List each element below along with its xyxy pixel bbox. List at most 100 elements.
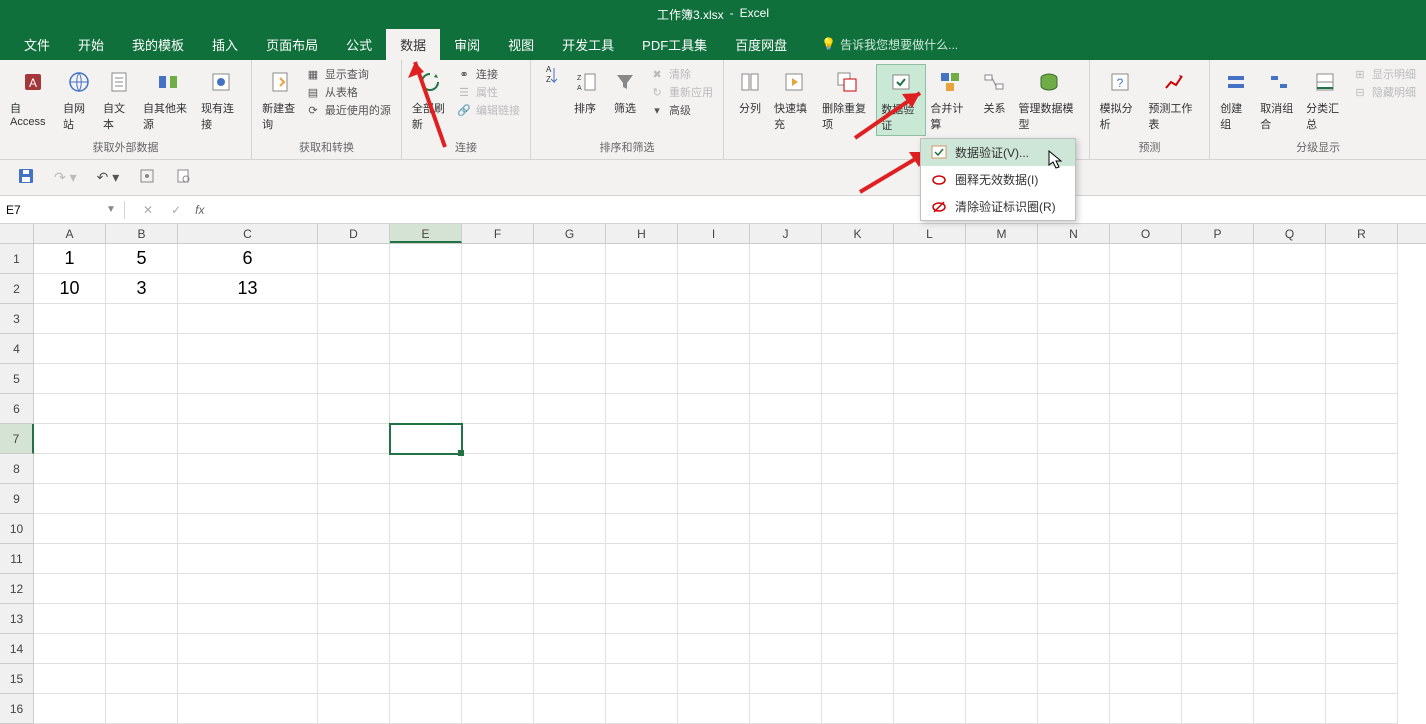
sort-button[interactable]: ZA排序 xyxy=(565,64,605,118)
cell-K1[interactable] xyxy=(822,244,894,274)
cell-G14[interactable] xyxy=(534,634,606,664)
cell-O15[interactable] xyxy=(1110,664,1182,694)
clear-circles-menu-item[interactable]: 清除验证标识圈(R) xyxy=(921,193,1075,220)
cell-E4[interactable] xyxy=(390,334,462,364)
cell-E6[interactable] xyxy=(390,394,462,424)
cell-F1[interactable] xyxy=(462,244,534,274)
col-header-M[interactable]: M xyxy=(966,224,1038,243)
row-header-13[interactable]: 13 xyxy=(0,604,34,634)
from-web-button[interactable]: 自网站 xyxy=(59,64,99,134)
cell-D14[interactable] xyxy=(318,634,390,664)
cell-F14[interactable] xyxy=(462,634,534,664)
cell-A14[interactable] xyxy=(34,634,106,664)
cell-Q1[interactable] xyxy=(1254,244,1326,274)
cell-E10[interactable] xyxy=(390,514,462,544)
cell-E3[interactable] xyxy=(390,304,462,334)
cell-I4[interactable] xyxy=(678,334,750,364)
cell-L10[interactable] xyxy=(894,514,966,544)
col-header-R[interactable]: R xyxy=(1326,224,1398,243)
cell-B8[interactable] xyxy=(106,454,178,484)
cell-A9[interactable] xyxy=(34,484,106,514)
new-query-button[interactable]: 新建查询 xyxy=(258,64,301,134)
cell-C6[interactable] xyxy=(178,394,318,424)
show-queries-button[interactable]: ▦显示查询 xyxy=(305,66,391,82)
cell-H2[interactable] xyxy=(606,274,678,304)
cell-M4[interactable] xyxy=(966,334,1038,364)
existing-connections-button[interactable]: 现有连接 xyxy=(197,64,245,134)
cell-K8[interactable] xyxy=(822,454,894,484)
cell-A11[interactable] xyxy=(34,544,106,574)
cell-N7[interactable] xyxy=(1038,424,1110,454)
cell-O9[interactable] xyxy=(1110,484,1182,514)
cell-D11[interactable] xyxy=(318,544,390,574)
cell-D4[interactable] xyxy=(318,334,390,364)
cell-L11[interactable] xyxy=(894,544,966,574)
cell-O5[interactable] xyxy=(1110,364,1182,394)
cell-M6[interactable] xyxy=(966,394,1038,424)
cell-K2[interactable] xyxy=(822,274,894,304)
cell-E15[interactable] xyxy=(390,664,462,694)
row-header-8[interactable]: 8 xyxy=(0,454,34,484)
cell-E5[interactable] xyxy=(390,364,462,394)
cell-K12[interactable] xyxy=(822,574,894,604)
col-header-P[interactable]: P xyxy=(1182,224,1254,243)
cell-A12[interactable] xyxy=(34,574,106,604)
cell-F12[interactable] xyxy=(462,574,534,604)
cell-H10[interactable] xyxy=(606,514,678,544)
cell-G3[interactable] xyxy=(534,304,606,334)
cell-N14[interactable] xyxy=(1038,634,1110,664)
group-button[interactable]: 创建组 xyxy=(1216,64,1256,134)
cell-E2[interactable] xyxy=(390,274,462,304)
cell-J9[interactable] xyxy=(750,484,822,514)
cell-G16[interactable] xyxy=(534,694,606,724)
cell-M1[interactable] xyxy=(966,244,1038,274)
cell-B1[interactable]: 5 xyxy=(106,244,178,274)
tab-devtools[interactable]: 开发工具 xyxy=(548,29,628,60)
cell-K4[interactable] xyxy=(822,334,894,364)
col-header-O[interactable]: O xyxy=(1110,224,1182,243)
cell-B6[interactable] xyxy=(106,394,178,424)
cell-P9[interactable] xyxy=(1182,484,1254,514)
cell-B13[interactable] xyxy=(106,604,178,634)
cell-O1[interactable] xyxy=(1110,244,1182,274)
cell-B4[interactable] xyxy=(106,334,178,364)
cell-G9[interactable] xyxy=(534,484,606,514)
cell-B5[interactable] xyxy=(106,364,178,394)
cell-B9[interactable] xyxy=(106,484,178,514)
cell-J3[interactable] xyxy=(750,304,822,334)
col-header-I[interactable]: I xyxy=(678,224,750,243)
cell-F16[interactable] xyxy=(462,694,534,724)
cell-G7[interactable] xyxy=(534,424,606,454)
cell-C9[interactable] xyxy=(178,484,318,514)
cell-M10[interactable] xyxy=(966,514,1038,544)
spreadsheet-grid[interactable]: ABCDEFGHIJKLMNOPQR 115621031334567891011… xyxy=(0,224,1426,724)
cell-A5[interactable] xyxy=(34,364,106,394)
cell-L16[interactable] xyxy=(894,694,966,724)
cell-R9[interactable] xyxy=(1326,484,1398,514)
row-header-10[interactable]: 10 xyxy=(0,514,34,544)
cell-R3[interactable] xyxy=(1326,304,1398,334)
cell-O3[interactable] xyxy=(1110,304,1182,334)
enter-formula-button[interactable]: ✓ xyxy=(167,203,185,217)
namebox-input[interactable] xyxy=(0,201,100,219)
cell-L7[interactable] xyxy=(894,424,966,454)
cell-K10[interactable] xyxy=(822,514,894,544)
cell-M11[interactable] xyxy=(966,544,1038,574)
select-all-corner[interactable] xyxy=(0,224,34,243)
col-header-J[interactable]: J xyxy=(750,224,822,243)
cell-D10[interactable] xyxy=(318,514,390,544)
col-header-F[interactable]: F xyxy=(462,224,534,243)
cell-M14[interactable] xyxy=(966,634,1038,664)
cell-A6[interactable] xyxy=(34,394,106,424)
cell-E8[interactable] xyxy=(390,454,462,484)
cell-P15[interactable] xyxy=(1182,664,1254,694)
cell-F10[interactable] xyxy=(462,514,534,544)
cell-P3[interactable] xyxy=(1182,304,1254,334)
from-text-button[interactable]: 自文本 xyxy=(99,64,139,134)
col-header-G[interactable]: G xyxy=(534,224,606,243)
cell-P4[interactable] xyxy=(1182,334,1254,364)
cell-I3[interactable] xyxy=(678,304,750,334)
whatif-button[interactable]: ?模拟分析 xyxy=(1096,64,1145,134)
tab-pdf[interactable]: PDF工具集 xyxy=(628,29,721,60)
cell-N1[interactable] xyxy=(1038,244,1110,274)
